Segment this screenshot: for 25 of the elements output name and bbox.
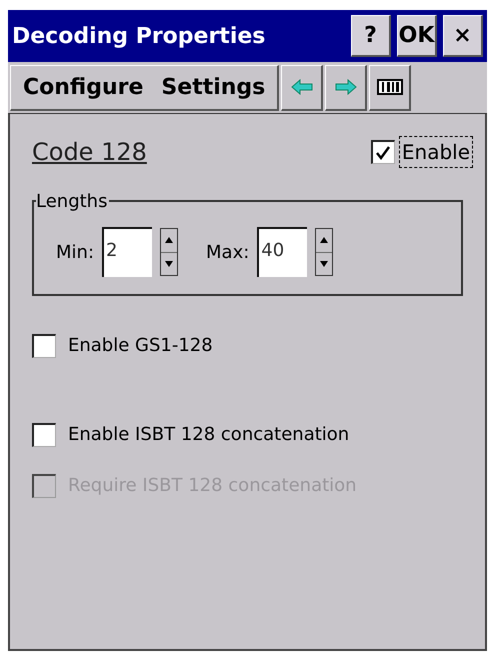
title-button[interactable]: × bbox=[443, 15, 483, 57]
number-field[interactable]: 40 bbox=[257, 227, 308, 277]
symbology-name: Code 128 bbox=[32, 137, 147, 168]
option-label: Enable GS1-128 bbox=[68, 334, 213, 358]
enable-label[interactable]: Enable bbox=[398, 136, 473, 168]
title-button[interactable]: OK bbox=[397, 15, 437, 57]
down-arrow-icon bbox=[320, 260, 328, 267]
option-label: Enable ISBT 128 concatenation bbox=[68, 423, 350, 447]
field-label: Max: bbox=[206, 240, 250, 264]
up-arrow-icon bbox=[165, 237, 174, 244]
checkbox[interactable] bbox=[370, 140, 395, 164]
window-title: Decoding Properties bbox=[12, 22, 266, 50]
title-button[interactable]: ? bbox=[351, 15, 391, 57]
spin-buttons[interactable] bbox=[160, 228, 178, 276]
checkbox[interactable] bbox=[32, 422, 56, 446]
field-label: Min: bbox=[56, 240, 94, 264]
barcode-icon[interactable] bbox=[369, 64, 412, 110]
up-arrow-icon bbox=[320, 237, 328, 244]
menu-item[interactable]: Configure bbox=[23, 70, 144, 104]
checkmark-icon bbox=[375, 144, 392, 160]
menu-item[interactable]: Settings bbox=[161, 70, 266, 104]
down-arrow-icon bbox=[165, 260, 174, 267]
spin-buttons[interactable] bbox=[315, 228, 334, 276]
checkbox[interactable] bbox=[32, 334, 56, 358]
number-field[interactable]: 2 bbox=[102, 227, 152, 277]
